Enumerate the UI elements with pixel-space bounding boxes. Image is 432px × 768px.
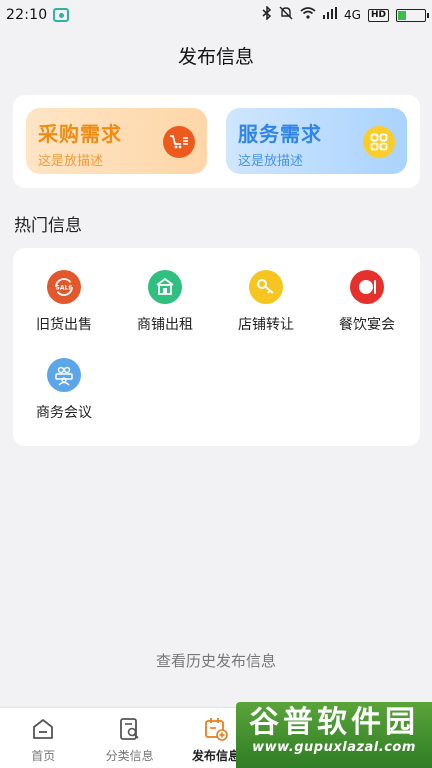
status-indicators: 4G HD (262, 5, 429, 24)
bluetooth-icon (262, 5, 272, 24)
hot-info-grid: SALE 旧货出售 商铺出租 店铺转让 餐饮宴会 商务会议 (13, 248, 420, 446)
hot-item-label: 商铺出租 (137, 317, 193, 333)
hot-item-shop-rent[interactable]: 商铺出租 (115, 270, 215, 342)
watermark-url: www.gupuxlazal.com (252, 740, 416, 755)
page-title: 发布信息 (177, 45, 254, 68)
battery-icon (396, 8, 429, 22)
mute-bell-icon (279, 6, 293, 24)
hot-section-title: 热门信息 (14, 216, 82, 236)
tab-label: 首页 (31, 749, 56, 763)
watermark-title: 谷普软件园 (249, 705, 419, 740)
tab-label: 分类信息 (105, 749, 154, 763)
meeting-icon (47, 358, 81, 392)
home-icon (0, 716, 86, 742)
hot-item-shop-transfer[interactable]: 店铺转让 (216, 270, 316, 342)
grid-apps-icon (363, 126, 395, 158)
hot-item-label: 餐饮宴会 (339, 317, 395, 333)
key-icon (249, 270, 283, 304)
sale-recycle-icon: SALE (47, 270, 81, 304)
battery-fill (398, 10, 406, 20)
watermark-logo: 谷普软件园 www.gupuxlazal.com (236, 702, 432, 768)
hot-item-business-meeting[interactable]: 商务会议 (14, 358, 114, 430)
scan-icon (53, 8, 70, 22)
hot-item-label: 商务会议 (36, 405, 92, 421)
shopping-cart-list-icon (163, 126, 195, 158)
hot-item-label: 店铺转让 (238, 317, 294, 333)
svg-text:SALE: SALE (56, 285, 73, 292)
status-bar: 22:10 4G HD (0, 0, 432, 30)
wifi-icon (300, 7, 316, 23)
hot-item-label: 旧货出售 (36, 317, 92, 333)
hd-badge: HD (367, 8, 389, 22)
service-demand-button[interactable]: 服务需求 这是放描述 (226, 108, 407, 174)
demand-card-container: 采购需求 这是放描述 服务需求 这是放描述 (13, 95, 420, 188)
status-time: 22:10 (6, 7, 48, 23)
tab-category[interactable]: 分类信息 (86, 708, 172, 768)
history-link[interactable]: 查看历史发布信息 (0, 650, 432, 671)
plate-icon (350, 270, 384, 304)
hot-item-catering[interactable]: 餐饮宴会 (317, 270, 417, 342)
signal-icon (323, 7, 338, 23)
network-type: 4G (344, 8, 361, 22)
hot-item-used-goods[interactable]: SALE 旧货出售 (14, 270, 114, 342)
purchase-demand-button[interactable]: 采购需求 这是放描述 (26, 108, 207, 174)
category-search-icon (86, 716, 172, 742)
tab-home[interactable]: 首页 (0, 708, 86, 768)
shop-icon (148, 270, 182, 304)
